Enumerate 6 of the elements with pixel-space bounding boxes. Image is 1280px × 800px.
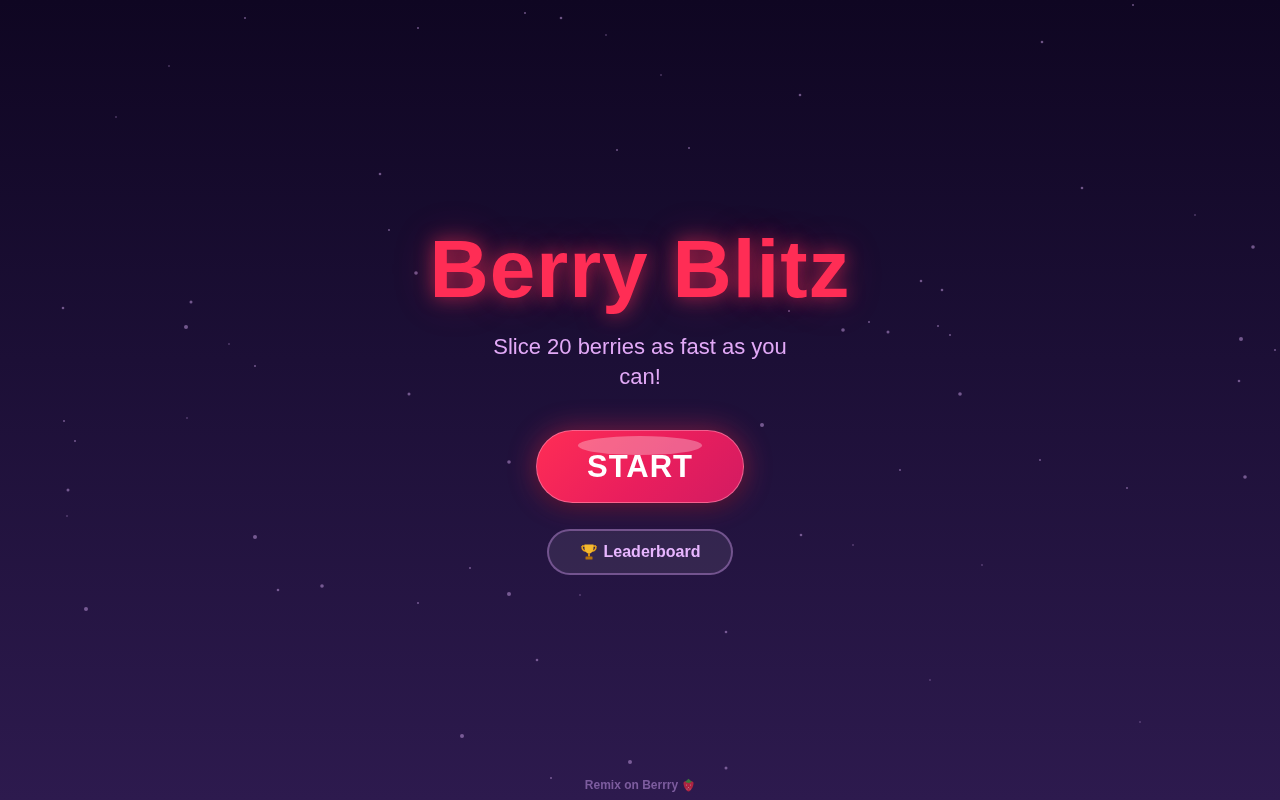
- subtitle: Slice 20 berries as fast as you can!: [492, 333, 788, 391]
- strawberry-icon: [682, 778, 696, 792]
- remix-link[interactable]: Remix on Berrry: [584, 778, 679, 792]
- leaderboard-button[interactable]: Leaderboard: [547, 529, 733, 575]
- start-button[interactable]: START: [536, 430, 744, 503]
- trophy-icon: [579, 543, 598, 561]
